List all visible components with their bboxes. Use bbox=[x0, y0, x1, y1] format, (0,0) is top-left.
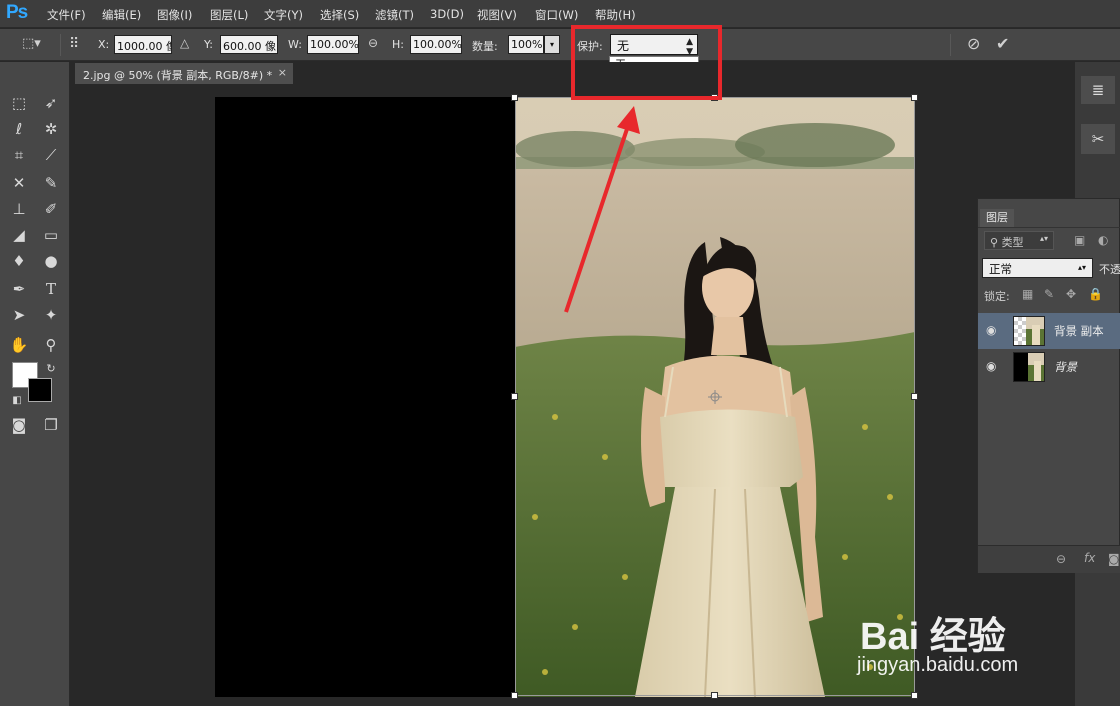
baidu-watermark-logo: Bai 经验 bbox=[860, 616, 1006, 658]
baidu-watermark-url: jingyan.baidu.com bbox=[857, 654, 1019, 676]
annotation-arrow-icon bbox=[564, 106, 640, 313]
